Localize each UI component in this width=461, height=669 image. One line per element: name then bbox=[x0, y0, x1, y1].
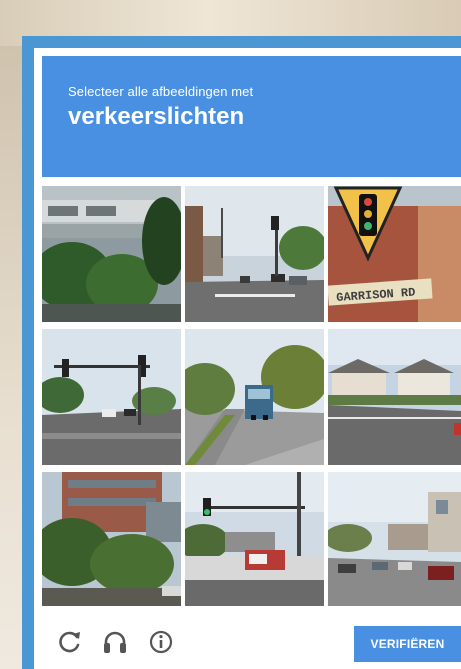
image-tile-8[interactable] bbox=[185, 472, 324, 606]
image-tile-2[interactable] bbox=[185, 186, 324, 322]
challenge-keyword: verkeerslichten bbox=[68, 103, 245, 130]
image-grid: GARRISON RD bbox=[42, 186, 461, 606]
image-tile-6[interactable] bbox=[328, 329, 461, 465]
verify-button[interactable]: VERIFIËREN bbox=[354, 626, 461, 662]
image-tile-4[interactable] bbox=[42, 329, 181, 465]
challenge-instruction: Selecteer alle afbeeldingen met bbox=[68, 84, 254, 99]
info-icon[interactable] bbox=[147, 628, 175, 656]
challenge-header: Selecteer alle afbeeldingen met verkeers… bbox=[42, 56, 461, 177]
headphones-icon[interactable] bbox=[101, 628, 129, 656]
page-backdrop-side bbox=[0, 46, 22, 669]
captcha-footer: VERIFIËREN bbox=[42, 615, 461, 669]
reload-icon[interactable] bbox=[56, 628, 84, 656]
image-tile-7[interactable] bbox=[42, 472, 181, 606]
image-tile-5[interactable] bbox=[185, 329, 324, 465]
image-tile-9[interactable] bbox=[328, 472, 461, 606]
image-tile-1[interactable] bbox=[42, 186, 181, 322]
image-tile-3[interactable]: GARRISON RD bbox=[328, 186, 461, 322]
